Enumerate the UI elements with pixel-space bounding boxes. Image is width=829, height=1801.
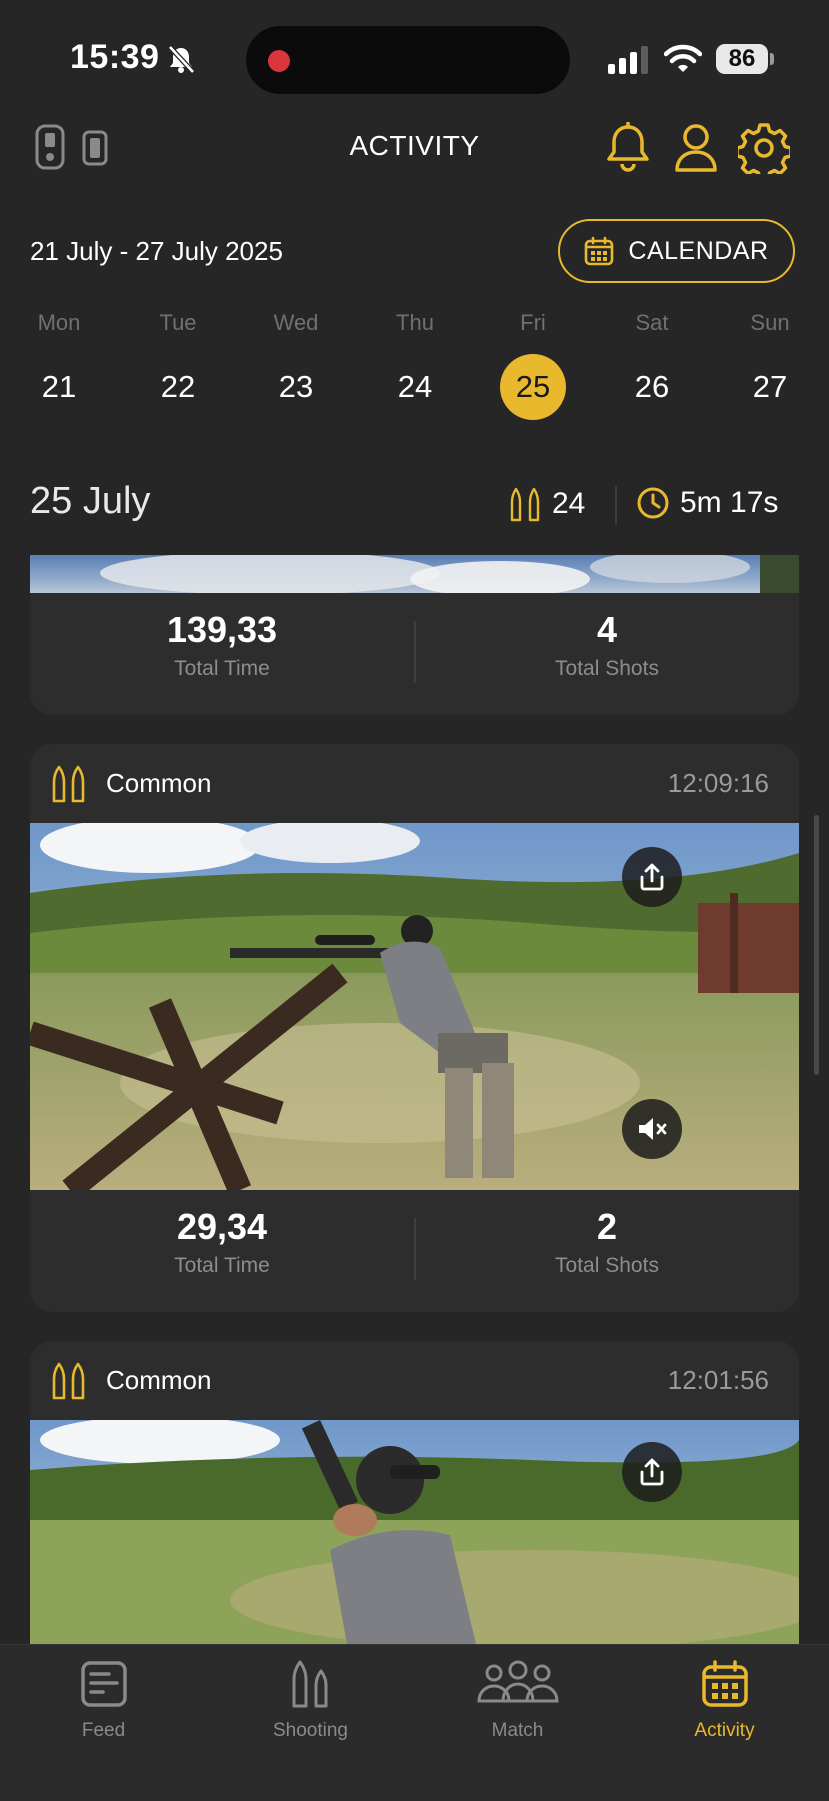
profile-icon[interactable] bbox=[672, 122, 720, 174]
notification-bell-icon[interactable] bbox=[604, 122, 652, 174]
session-time: 12:01:56 bbox=[667, 1365, 769, 1395]
recording-indicator-icon bbox=[268, 50, 290, 72]
bullets-icon bbox=[510, 487, 540, 522]
total-time-stat: 29,34 Total Time bbox=[30, 1190, 414, 1278]
day-shots-summary: 24 bbox=[508, 486, 585, 522]
session-header: Common 12:01:56 bbox=[30, 1341, 799, 1421]
day-date: 24 bbox=[397, 369, 433, 404]
nav-activity[interactable]: Activity bbox=[621, 1659, 828, 1742]
session-card[interactable]: 139,33 Total Time 4 Total Shots bbox=[30, 555, 799, 715]
day-duration: 5m 17s bbox=[680, 486, 779, 519]
total-shots-value: 4 bbox=[596, 609, 618, 650]
total-shots-label: Total Shots bbox=[555, 1254, 659, 1277]
summary-divider bbox=[615, 486, 617, 524]
day-wed[interactable]: Wed 23 bbox=[251, 310, 341, 420]
day-name: Mon bbox=[37, 310, 81, 335]
nav-label: Feed bbox=[81, 1720, 126, 1741]
session-header: Common 12:09:16 bbox=[30, 744, 799, 824]
shooting-video-image bbox=[30, 823, 799, 1190]
total-time-stat: 139,33 Total Time bbox=[30, 593, 414, 681]
nav-match[interactable]: Match bbox=[414, 1659, 621, 1742]
share-button[interactable] bbox=[622, 1442, 682, 1502]
shooting-video-image bbox=[30, 1420, 799, 1661]
bullets-icon bbox=[292, 1660, 327, 1708]
selected-day-date: 25 bbox=[500, 354, 566, 420]
nav-label: Activity bbox=[694, 1720, 755, 1741]
day-fri[interactable]: Fri 25 bbox=[488, 310, 578, 420]
day-date: 27 bbox=[752, 369, 788, 404]
session-stats: 29,34 Total Time 2 Total Shots bbox=[30, 1190, 799, 1300]
scroll-indicator[interactable] bbox=[814, 815, 819, 1075]
nav-label: Shooting bbox=[272, 1720, 348, 1741]
day-thu[interactable]: Thu 24 bbox=[370, 310, 460, 420]
date-range: 21 July - 27 July 2025 bbox=[30, 236, 283, 266]
battery-tip bbox=[770, 53, 774, 65]
clock-icon bbox=[637, 487, 669, 519]
sky-image bbox=[100, 555, 799, 593]
total-shots-label: Total Shots bbox=[555, 657, 659, 680]
day-sun[interactable]: Sun 27 bbox=[725, 310, 815, 420]
day-date: 22 bbox=[160, 369, 196, 404]
share-icon bbox=[640, 1458, 664, 1486]
session-type: Common bbox=[106, 1365, 212, 1395]
video-thumbnail[interactable] bbox=[30, 555, 799, 593]
calendar-icon bbox=[585, 236, 614, 266]
bullets-icon bbox=[52, 765, 85, 803]
day-date: 21 bbox=[41, 369, 77, 404]
dynamic-island bbox=[246, 26, 570, 94]
muted-speaker-icon bbox=[639, 1118, 667, 1140]
day-date: 23 bbox=[278, 369, 314, 404]
session-type: Common bbox=[106, 768, 212, 798]
day-duration-summary: 5m 17s bbox=[636, 486, 778, 520]
nav-feed[interactable]: Feed bbox=[0, 1659, 207, 1742]
video-thumbnail[interactable] bbox=[30, 823, 799, 1190]
silent-bell-icon bbox=[168, 45, 195, 74]
session-card[interactable]: Common 12:01:56 bbox=[30, 1341, 799, 1661]
session-card[interactable]: Common 12:09:16 29,34 Total Time 2 Total… bbox=[30, 744, 799, 1312]
share-icon bbox=[640, 863, 664, 891]
session-stats: 139,33 Total Time 4 Total Shots bbox=[30, 593, 799, 703]
calendar-icon bbox=[701, 1660, 748, 1707]
feed-icon bbox=[80, 1661, 127, 1707]
day-date: 26 bbox=[634, 369, 670, 404]
selected-date-heading: 25 July bbox=[30, 480, 151, 522]
share-button[interactable] bbox=[622, 847, 682, 907]
settings-gear-icon[interactable] bbox=[738, 122, 790, 174]
total-time-value: 29,34 bbox=[176, 1206, 268, 1247]
day-sat[interactable]: Sat 26 bbox=[607, 310, 697, 420]
day-shots-count: 24 bbox=[552, 487, 586, 520]
video-thumbnail[interactable] bbox=[30, 1420, 799, 1661]
calendar-button-label: CALENDAR bbox=[628, 236, 769, 265]
day-name: Fri bbox=[520, 310, 546, 335]
total-shots-value: 2 bbox=[596, 1206, 618, 1247]
day-mon[interactable]: Mon 21 bbox=[14, 310, 104, 420]
cellular-signal-icon bbox=[608, 46, 648, 74]
battery-indicator: 86 bbox=[716, 44, 768, 74]
status-time: 15:39 bbox=[70, 38, 160, 76]
nav-shooting[interactable]: Shooting bbox=[207, 1659, 414, 1742]
group-icon bbox=[476, 1660, 559, 1703]
mute-toggle-button[interactable] bbox=[622, 1099, 682, 1159]
session-time: 12:09:16 bbox=[667, 768, 769, 798]
wifi-icon bbox=[664, 44, 702, 72]
total-time-label: Total Time bbox=[174, 1254, 270, 1277]
bottom-navigation: Feed Shooting Match Activity bbox=[0, 1644, 829, 1801]
day-name: Thu bbox=[396, 310, 434, 335]
day-tue[interactable]: Tue 22 bbox=[133, 310, 223, 420]
bullets-icon bbox=[52, 1362, 85, 1400]
nav-label: Match bbox=[491, 1720, 544, 1741]
day-name: Tue bbox=[159, 310, 197, 335]
total-time-label: Total Time bbox=[174, 657, 270, 680]
day-name: Sat bbox=[635, 310, 669, 335]
total-time-value: 139,33 bbox=[166, 609, 278, 650]
day-name: Wed bbox=[273, 310, 319, 335]
day-name: Sun bbox=[750, 310, 790, 335]
total-shots-stat: 2 Total Shots bbox=[415, 1190, 799, 1278]
total-shots-stat: 4 Total Shots bbox=[415, 593, 799, 681]
calendar-button[interactable]: CALENDAR bbox=[558, 219, 795, 283]
